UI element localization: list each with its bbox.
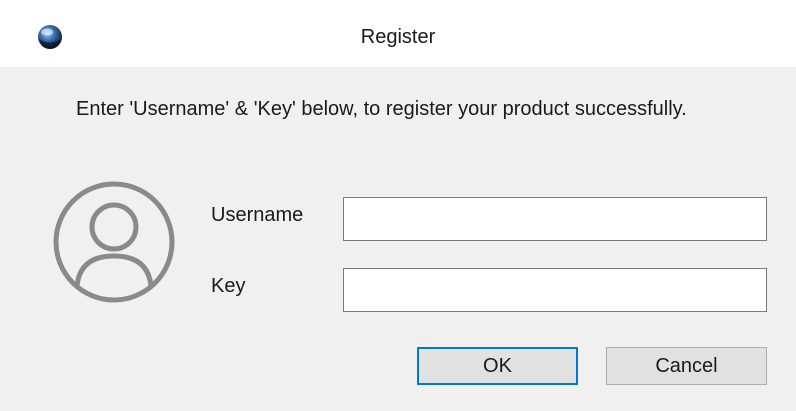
title-bar[interactable]: Register (0, 0, 796, 67)
key-label: Key (211, 275, 246, 297)
ok-button[interactable]: OK (417, 347, 578, 385)
cancel-button[interactable]: Cancel (606, 347, 767, 385)
key-input[interactable] (343, 268, 767, 312)
window-title: Register (360, 26, 436, 48)
username-input[interactable] (343, 197, 767, 241)
user-avatar-icon (53, 181, 175, 303)
register-dialog: Register Enter 'Username' & 'Key' below,… (0, 0, 796, 411)
instructions-text: Enter 'Username' & 'Key' below, to regis… (76, 98, 687, 120)
username-label: Username (211, 204, 304, 226)
